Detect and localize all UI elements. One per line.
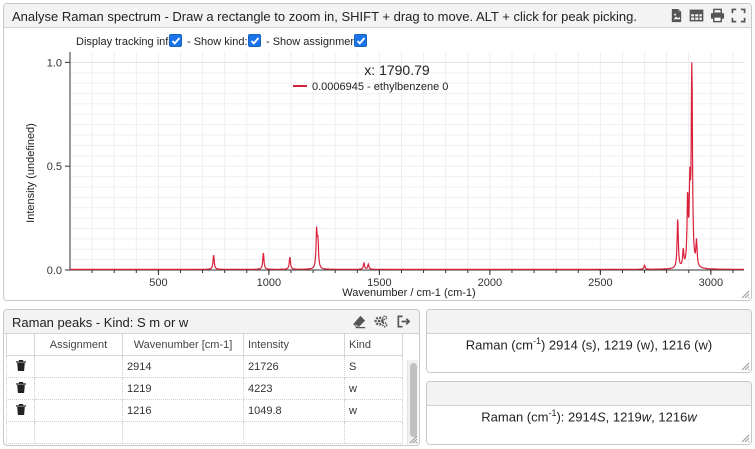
summary-formatted-text[interactable]: Raman (cm-1): 2914S, 1219w, 1216w: [427, 408, 751, 424]
print-icon[interactable]: [710, 8, 725, 23]
summary-formatted-panel: Raman (cm-1): 2914S, 1219w, 1216w: [426, 381, 752, 445]
intensity-cell[interactable]: [243, 421, 345, 444]
assignment-cell[interactable]: [34, 421, 123, 444]
fullscreen-icon[interactable]: [731, 8, 746, 23]
trash-icon: [15, 381, 26, 393]
resize-handle-icon[interactable]: [741, 290, 750, 299]
x-tick-label: 2000: [478, 277, 502, 289]
tracking-x-readout: x: 1790.79: [364, 62, 430, 78]
summary2-prefix: Raman (cm: [481, 409, 549, 425]
y-tick-label: 1.0: [47, 57, 62, 69]
table-row: 1219 4223 w: [6, 377, 403, 400]
y-axis-label: Intensity (undefined): [25, 123, 37, 223]
spectrum-panel: Analyse Raman spectrum - Draw a rectangl…: [3, 3, 752, 301]
kind-cell[interactable]: [344, 421, 403, 444]
delete-row-button[interactable]: [6, 355, 35, 378]
peaks-table: Assignment Wavenumber [cm-1] Intensity K…: [6, 333, 403, 444]
summary-text-header: [427, 310, 751, 334]
intensity-cell[interactable]: 4223: [243, 377, 345, 400]
summary-text-panel: Raman (cm-1) 2914 (s), 1219 (w), 1216 (w…: [426, 309, 752, 373]
spectrum-chart[interactable]: 500 1000 1500 2000 2500 30000.00.51.0 x: 1790…: [4, 30, 751, 300]
table-row: 1216 1049.8 w: [6, 399, 403, 422]
scrollbar-thumb[interactable]: [410, 363, 417, 437]
summary-rest: ) 2914 (s), 1219 (w), 1216 (w): [540, 337, 713, 353]
kind-cell[interactable]: w: [344, 377, 403, 400]
x-tick-label: 3000: [699, 277, 723, 289]
summary2-rest1: ): 2914: [556, 409, 597, 425]
x-tick-label: 1000: [257, 277, 281, 289]
export-icon[interactable]: [396, 314, 411, 329]
peaks-panel-header: Raman peaks - Kind: S m or w: [4, 310, 419, 334]
legend-entry: 0.0006945 - ethylbenzene 0: [312, 81, 448, 93]
kind-cell[interactable]: w: [344, 399, 403, 422]
table-row: [6, 421, 403, 444]
delete-row-button[interactable]: [6, 377, 35, 400]
summary-formatted-header: [427, 382, 751, 406]
resize-handle-icon[interactable]: [741, 362, 750, 371]
x-axis-label: Wavenumber / cm-1 (cm-1): [342, 287, 475, 299]
intensity-cell[interactable]: 1049.8: [243, 399, 345, 422]
summary2-kind1: S: [596, 409, 606, 425]
wavenumber-cell[interactable]: 2914: [122, 355, 244, 378]
table-export-icon[interactable]: [689, 8, 704, 23]
summary2-rest2: , 1219: [605, 409, 642, 425]
column-header-wavenumber[interactable]: Wavenumber [cm-1]: [122, 333, 244, 356]
column-header-intensity[interactable]: Intensity: [243, 333, 345, 356]
image-export-icon[interactable]: [669, 8, 684, 23]
intensity-cell[interactable]: 21726: [243, 355, 345, 378]
y-tick-label: 0.5: [47, 161, 62, 173]
kind-cell[interactable]: S: [344, 355, 403, 378]
empty-cell: [6, 421, 35, 444]
wavenumber-cell[interactable]: 1216: [122, 399, 244, 422]
spectrum-panel-header: Analyse Raman spectrum - Draw a rectangl…: [4, 4, 751, 28]
summary2-kind2: w: [641, 409, 652, 425]
table-row: 2914 21726 S: [6, 355, 403, 378]
column-header-assignment[interactable]: Assignment: [34, 333, 123, 356]
table-header-row: Assignment Wavenumber [cm-1] Intensity K…: [6, 333, 403, 356]
assignment-cell[interactable]: [34, 355, 123, 378]
assignment-cell[interactable]: [34, 399, 123, 422]
eraser-icon[interactable]: [352, 314, 367, 329]
spectrum-panel-title: Analyse Raman spectrum - Draw a rectangl…: [12, 9, 637, 24]
column-header-delete: [6, 333, 35, 356]
y-tick-label: 0.0: [47, 265, 62, 277]
resize-handle-icon[interactable]: [409, 435, 418, 444]
column-header-kind[interactable]: Kind: [344, 333, 403, 356]
summary2-kind3: w: [687, 409, 697, 425]
peaks-panel: Raman peaks - Kind: S m or w Assignment …: [3, 309, 420, 446]
settings-icon[interactable]: [373, 314, 388, 329]
summary2-rest3: , 1216: [651, 409, 688, 425]
summary-text[interactable]: Raman (cm-1) 2914 (s), 1219 (w), 1216 (w…: [427, 336, 751, 352]
table-scrollbar[interactable]: [407, 360, 418, 444]
wavenumber-cell[interactable]: [122, 421, 244, 444]
wavenumber-cell[interactable]: 1219: [122, 377, 244, 400]
assignment-cell[interactable]: [34, 377, 123, 400]
summary-sup: -1: [532, 336, 541, 346]
delete-row-button[interactable]: [6, 399, 35, 422]
x-tick-label: 2500: [588, 277, 612, 289]
peaks-panel-title: Raman peaks - Kind: S m or w: [12, 315, 189, 330]
summary-prefix: Raman (cm: [465, 337, 533, 353]
trash-icon: [15, 403, 26, 415]
trash-icon: [15, 359, 26, 371]
x-tick-label: 500: [149, 277, 167, 289]
resize-handle-icon[interactable]: [741, 434, 750, 443]
